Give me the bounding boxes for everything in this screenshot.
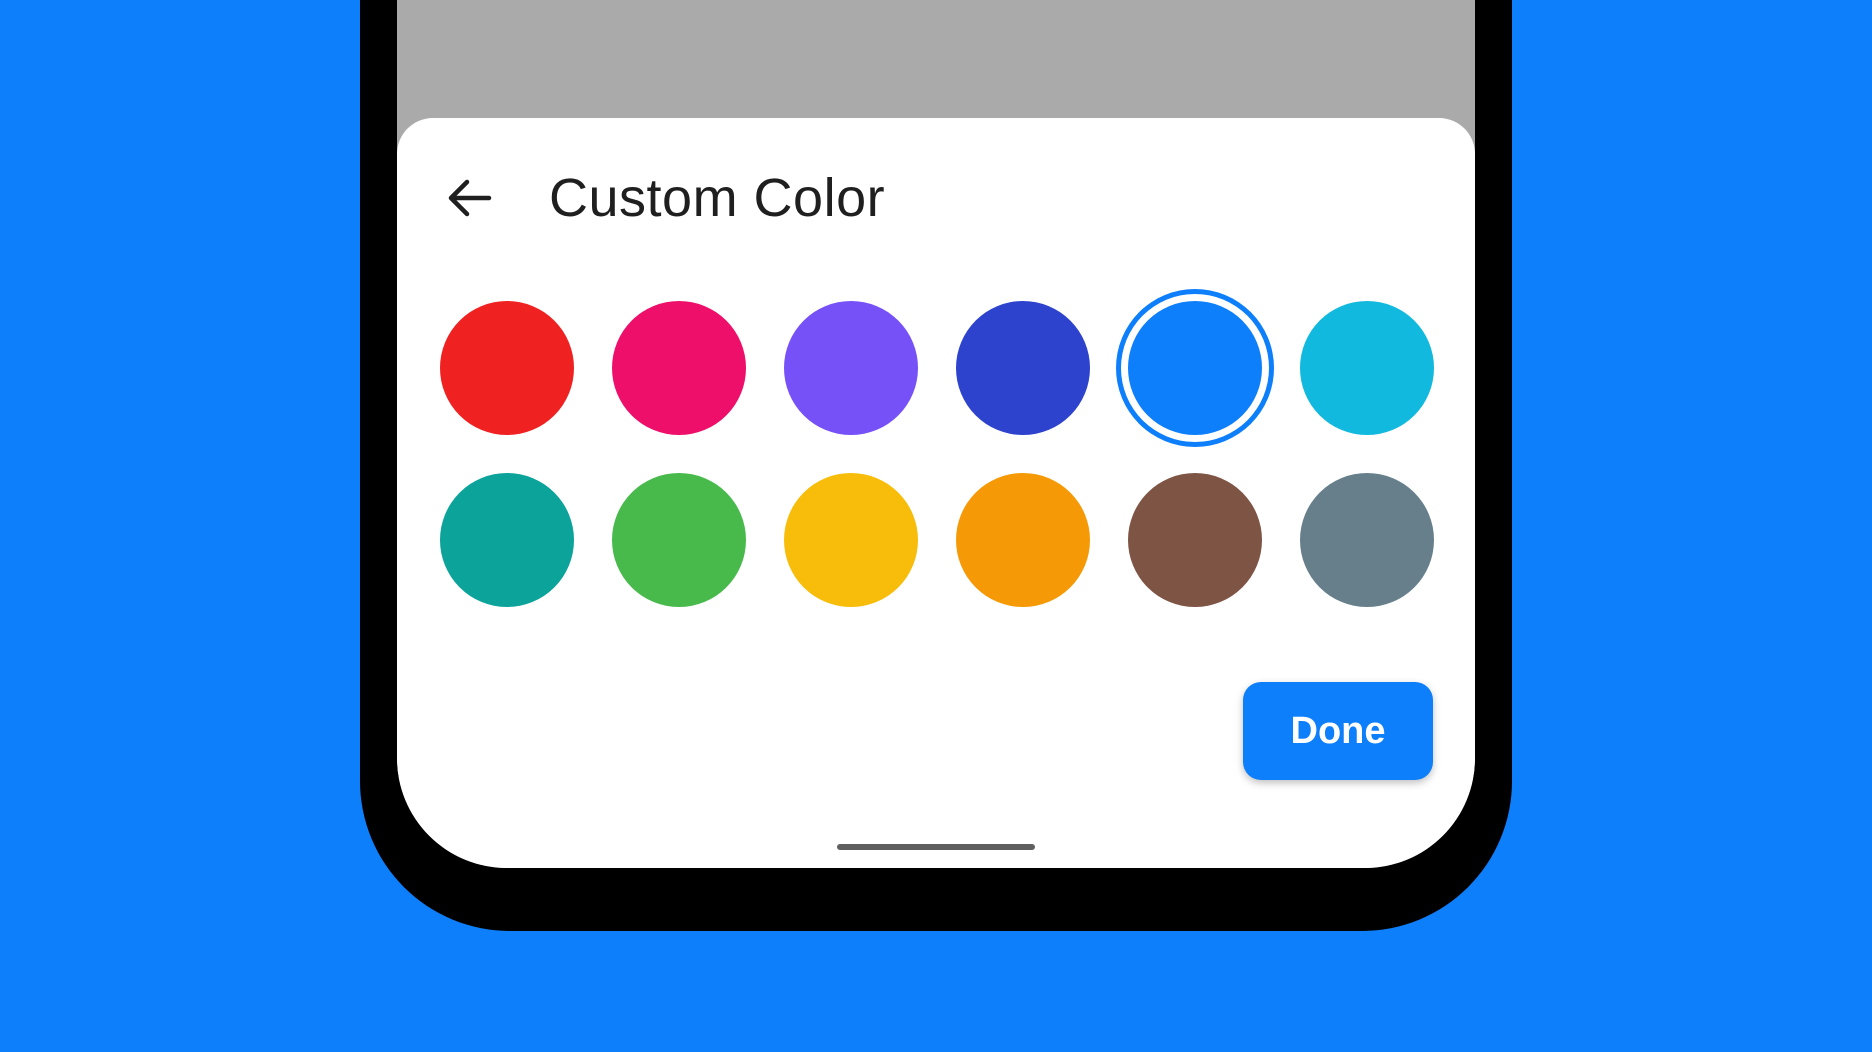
page-title: Custom Color	[549, 168, 886, 228]
color-swatch-yellow[interactable]	[784, 473, 918, 607]
color-swatch-teal[interactable]	[440, 473, 574, 607]
color-swatch-pink[interactable]	[612, 301, 746, 435]
background: Custom Color Done	[0, 0, 1872, 1052]
color-swatch-green[interactable]	[612, 473, 746, 607]
color-swatch-purple[interactable]	[784, 301, 918, 435]
color-swatch-gray[interactable]	[1300, 473, 1434, 607]
phone-screen: Custom Color Done	[397, 0, 1475, 868]
back-button[interactable]	[439, 168, 499, 228]
custom-color-sheet: Custom Color Done	[397, 118, 1475, 868]
color-swatch-cyan[interactable]	[1300, 301, 1434, 435]
color-swatch-indigo[interactable]	[956, 301, 1090, 435]
color-swatch-orange[interactable]	[956, 473, 1090, 607]
color-swatch-blue[interactable]	[1128, 301, 1262, 435]
home-indicator	[837, 844, 1035, 850]
color-swatch-red[interactable]	[440, 301, 574, 435]
arrow-left-icon	[448, 179, 492, 217]
done-button[interactable]: Done	[1243, 682, 1433, 780]
color-swatch-brown[interactable]	[1128, 473, 1262, 607]
